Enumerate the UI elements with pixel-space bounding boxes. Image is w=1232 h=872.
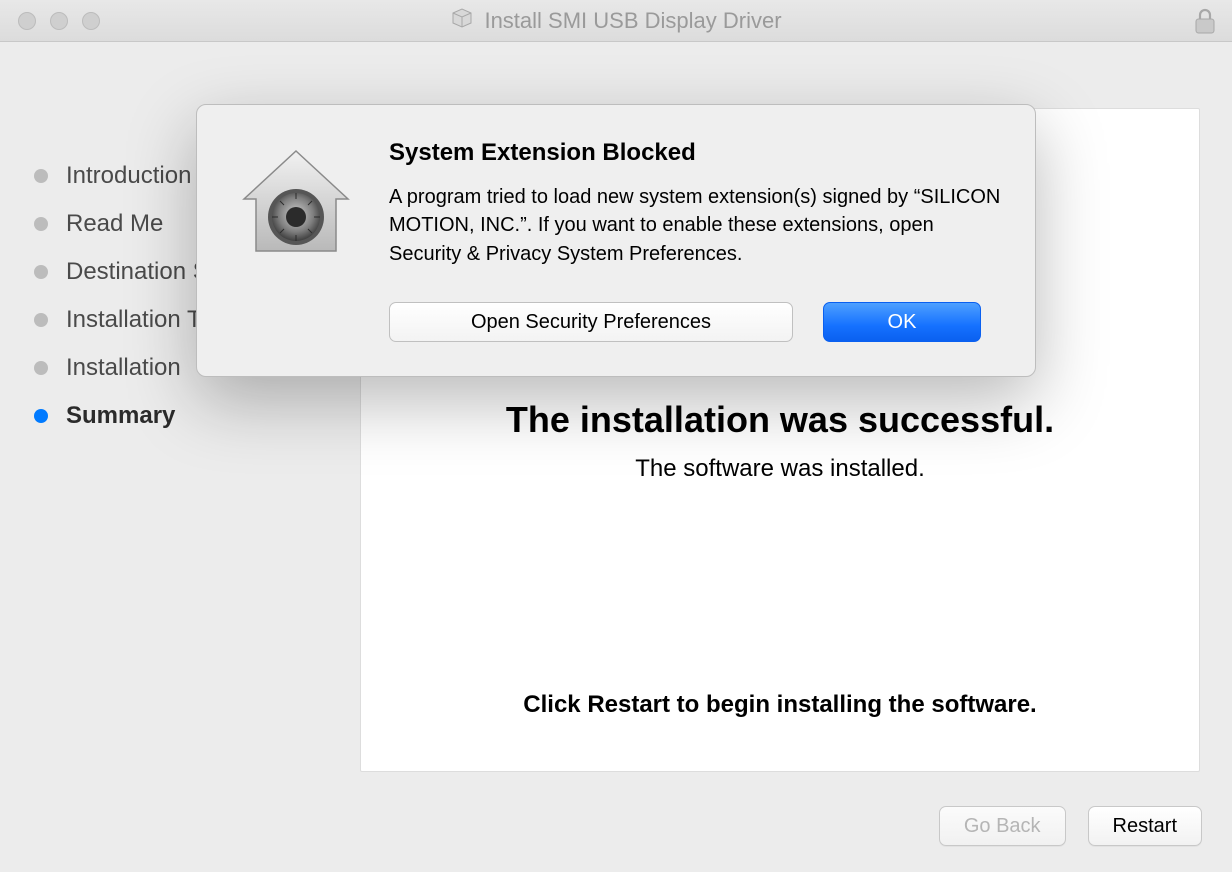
system-extension-blocked-sheet: System Extension Blocked A program tried… [196, 104, 1036, 377]
step-dot-icon [34, 361, 48, 375]
step-label: Summary [66, 402, 175, 430]
window-body: Introduction Read Me Destination Select … [0, 42, 1232, 872]
step-dot-icon [34, 265, 48, 279]
installer-package-icon [450, 6, 474, 35]
sheet-body-text: A program tried to load new system exten… [389, 183, 1001, 268]
restart-button[interactable]: Restart [1088, 806, 1202, 846]
step-dot-icon [34, 217, 48, 231]
step-label: Installation [66, 354, 181, 382]
open-security-preferences-button[interactable]: Open Security Preferences [389, 302, 793, 342]
restart-hint: Click Restart to begin installing the so… [361, 691, 1199, 719]
sidebar-step-summary: Summary [34, 402, 259, 430]
sheet-title: System Extension Blocked [389, 139, 1001, 167]
sheet-buttons: Open Security Preferences OK [389, 302, 1001, 342]
lock-icon[interactable] [1192, 6, 1218, 41]
window-title: Install SMI USB Display Driver [484, 8, 781, 34]
step-label: Introduction [66, 162, 191, 190]
install-success-title: The installation was successful. [361, 399, 1199, 441]
go-back-button[interactable]: Go Back [939, 806, 1066, 846]
step-label: Read Me [66, 210, 163, 238]
ok-button[interactable]: OK [823, 302, 981, 342]
zoom-window-button[interactable] [82, 12, 100, 30]
close-window-button[interactable] [18, 12, 36, 30]
footer-buttons: Go Back Restart [939, 806, 1202, 846]
security-vault-icon [236, 143, 356, 342]
minimize-window-button[interactable] [50, 12, 68, 30]
step-dot-icon [34, 313, 48, 327]
traffic-lights [0, 12, 100, 30]
step-dot-icon [34, 169, 48, 183]
step-dot-icon [34, 409, 48, 423]
install-success-subtitle: The software was installed. [361, 455, 1199, 483]
titlebar: Install SMI USB Display Driver [0, 0, 1232, 42]
